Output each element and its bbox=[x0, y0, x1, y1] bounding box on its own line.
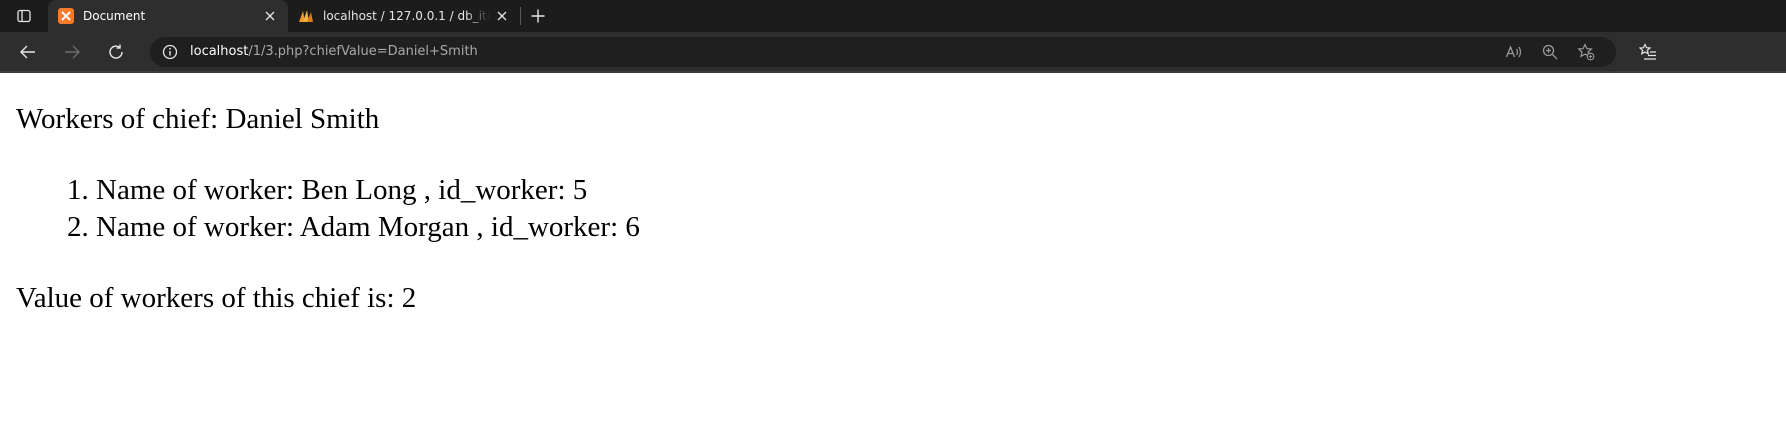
close-icon bbox=[265, 11, 275, 21]
read-aloud-button[interactable] bbox=[1496, 37, 1532, 67]
url-host: localhost bbox=[190, 44, 249, 59]
site-info-button[interactable] bbox=[150, 44, 190, 60]
zoom-icon bbox=[1542, 44, 1558, 59]
url-path: /1/3.php?chiefValue=Daniel+Smith bbox=[248, 44, 478, 59]
address-bar-actions bbox=[1496, 37, 1604, 67]
tab-title: localhost / 127.0.0.1 / db_iteh / w bbox=[323, 9, 490, 23]
tab-strip: Document localhost / 127.0.0.1 / db_iteh… bbox=[0, 0, 1786, 32]
xampp-icon bbox=[58, 8, 74, 24]
plus-icon bbox=[531, 9, 545, 23]
refresh-icon bbox=[109, 44, 123, 59]
list-item: Name of worker: Ben Long , id_worker: 5 bbox=[96, 172, 640, 209]
page-heading: Workers of chief: Daniel Smith bbox=[16, 103, 380, 135]
tab-phpmyadmin[interactable]: localhost / 127.0.0.1 / db_iteh / w bbox=[288, 0, 520, 32]
favorites-button[interactable] bbox=[1626, 32, 1670, 71]
close-icon bbox=[497, 11, 507, 21]
close-tab-button[interactable] bbox=[490, 4, 514, 28]
arrow-right-icon bbox=[65, 45, 80, 58]
worker-count-summary: Value of workers of this chief is: 2 bbox=[16, 282, 417, 314]
back-button[interactable] bbox=[6, 32, 50, 71]
star-add-icon bbox=[1577, 42, 1595, 60]
zoom-button[interactable] bbox=[1532, 37, 1568, 67]
arrow-left-icon bbox=[20, 45, 35, 58]
tab-title: Document bbox=[83, 9, 146, 23]
add-favorite-button[interactable] bbox=[1568, 37, 1604, 67]
list-item: Name of worker: Adam Morgan , id_worker:… bbox=[96, 209, 640, 246]
worker-list: Name of worker: Ben Long , id_worker: 5 … bbox=[96, 172, 640, 246]
tab-document[interactable]: Document bbox=[48, 0, 288, 32]
refresh-button[interactable] bbox=[94, 32, 138, 71]
address-bar[interactable]: localhost/1/3.php?chiefValue=Daniel+Smit… bbox=[150, 36, 1616, 67]
browser-toolbar: localhost/1/3.php?chiefValue=Daniel+Smit… bbox=[0, 32, 1786, 71]
tab-actions-icon bbox=[17, 9, 31, 23]
close-tab-button[interactable] bbox=[258, 4, 282, 28]
forward-button[interactable] bbox=[50, 32, 94, 71]
favorites-list-icon bbox=[1639, 42, 1656, 60]
new-tab-button[interactable] bbox=[521, 0, 555, 32]
tab-actions-menu-button[interactable] bbox=[0, 0, 48, 32]
read-aloud-icon bbox=[1505, 44, 1522, 57]
page-content: Workers of chief: Daniel Smith Name of w… bbox=[0, 73, 1786, 428]
info-icon bbox=[162, 44, 178, 59]
phpmyadmin-icon bbox=[299, 10, 313, 22]
